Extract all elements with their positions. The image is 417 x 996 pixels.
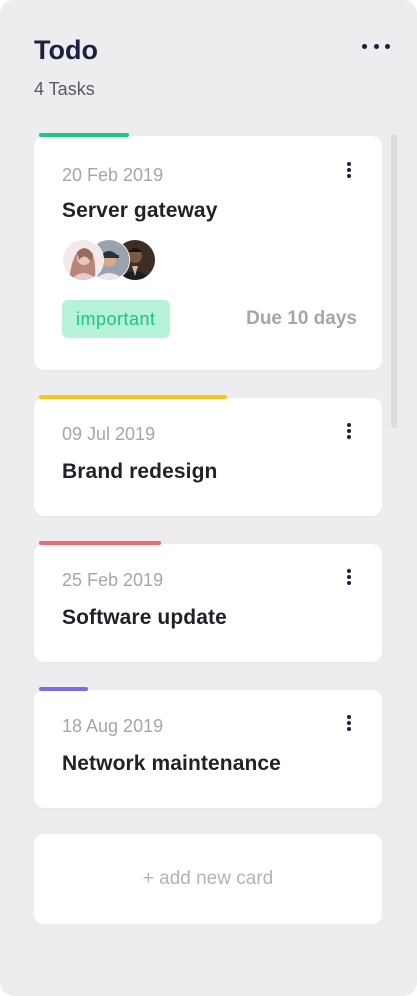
card-title: Network maintenance: [62, 752, 281, 775]
assignee-avatars: [62, 239, 182, 281]
card-date: 09 Jul 2019: [62, 424, 156, 444]
avatar[interactable]: [62, 239, 104, 281]
more-vertical-icon[interactable]: [344, 423, 354, 439]
card-date: 25 Feb 2019: [62, 570, 164, 590]
more-horizontal-icon[interactable]: [362, 38, 390, 54]
card-accent-bar: [39, 687, 88, 691]
task-card[interactable]: 18 Aug 2019 Network maintenance: [34, 687, 382, 808]
more-vertical-icon[interactable]: [344, 569, 354, 585]
task-card[interactable]: 25 Feb 2019 Software update: [34, 541, 382, 662]
task-card[interactable]: 09 Jul 2019 Brand redesign: [34, 395, 382, 516]
card-title: Software update: [62, 606, 227, 629]
priority-tag[interactable]: important: [62, 300, 170, 338]
card-title: Brand redesign: [62, 460, 218, 483]
scrollbar[interactable]: [391, 134, 397, 428]
card-date: 18 Aug 2019: [62, 716, 164, 736]
card-accent-bar: [39, 133, 129, 137]
add-card-button[interactable]: + add new card: [34, 834, 382, 924]
task-count: 4 Tasks: [34, 79, 95, 99]
card-accent-bar: [39, 395, 227, 399]
card-title: Server gateway: [62, 199, 218, 222]
todo-column: Todo 4 Tasks 20 Feb 2019 Server gateway: [0, 0, 417, 996]
card-accent-bar: [39, 541, 161, 545]
task-card[interactable]: 20 Feb 2019 Server gateway important Due…: [34, 133, 382, 370]
more-vertical-icon[interactable]: [344, 162, 354, 178]
more-vertical-icon[interactable]: [344, 715, 354, 731]
column-title: Todo: [34, 35, 98, 65]
card-date: 20 Feb 2019: [62, 165, 164, 185]
due-label: Due 10 days: [246, 308, 357, 329]
